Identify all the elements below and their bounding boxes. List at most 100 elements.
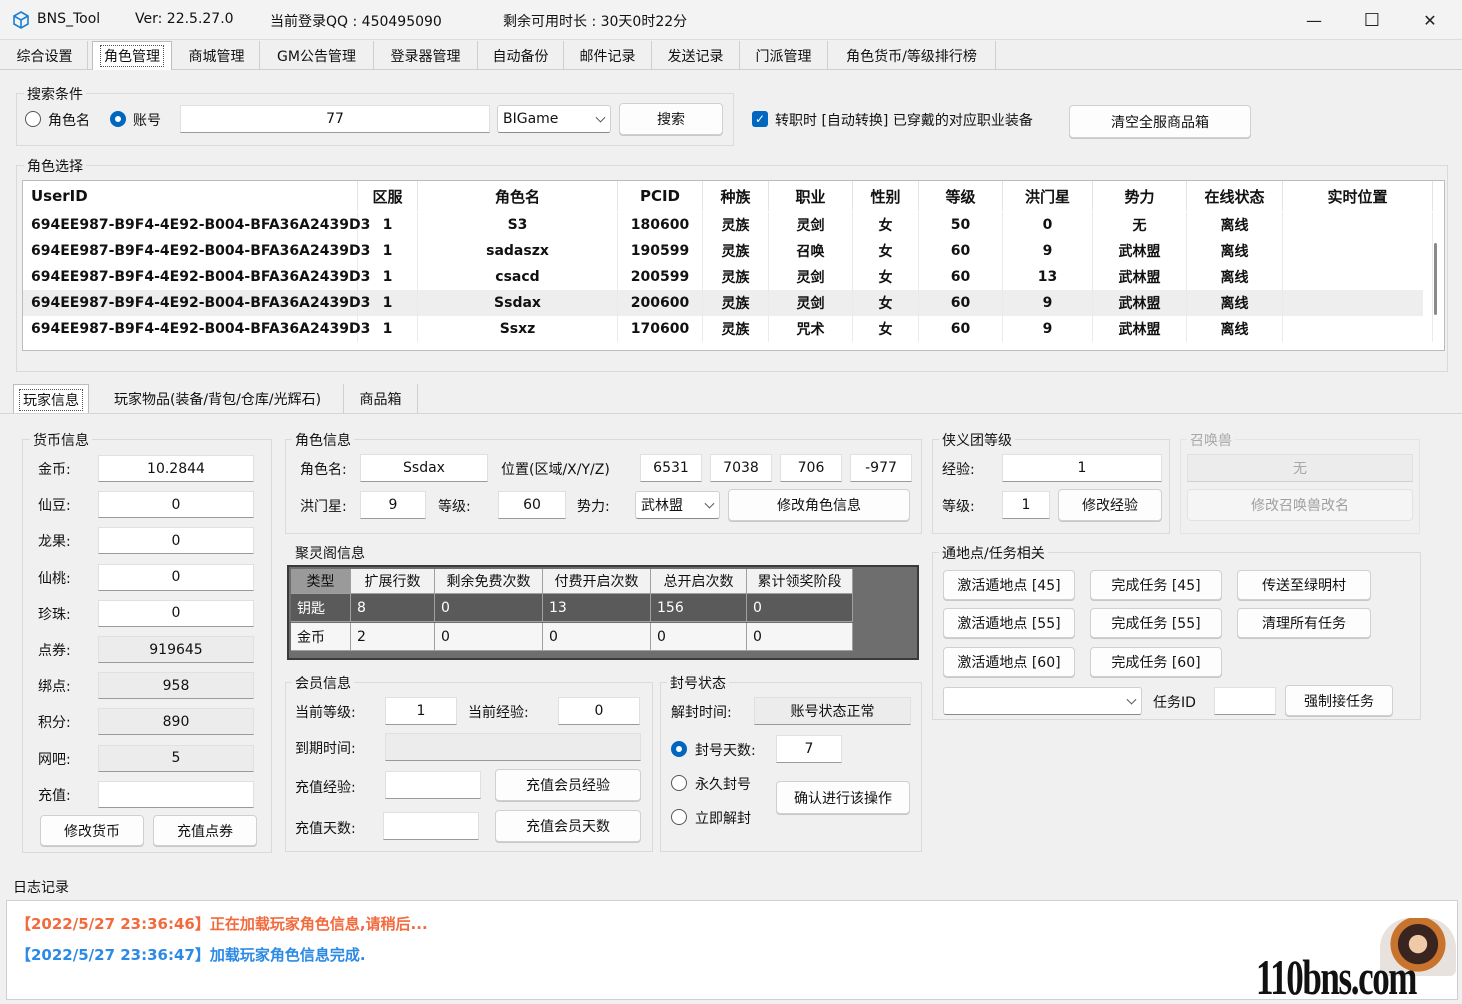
currency-label: 仙桃: — [38, 570, 71, 587]
clear-mallbox-button[interactable]: 清空全服商品箱 — [1069, 105, 1251, 138]
column-header[interactable]: 种族 — [703, 181, 769, 211]
column-header[interactable]: 洪门星 — [1003, 181, 1093, 211]
column-header[interactable]: 在线状态 — [1187, 181, 1283, 211]
jlg-cell[interactable]: 0 — [747, 594, 853, 622]
recharge-points-button[interactable]: 充值点券 — [153, 815, 257, 846]
tab-faction-management[interactable]: 门派管理 — [740, 41, 828, 70]
recharge-days-input[interactable] — [383, 812, 479, 840]
jlg-cell[interactable]: 0 — [543, 623, 651, 651]
jlg-cell[interactable]: 2 — [351, 623, 435, 651]
faction-select[interactable]: 武林盟 — [635, 491, 720, 519]
ban-days-input[interactable]: 7 — [776, 735, 842, 763]
table-row[interactable]: 694EE987-B9F4-4E92-B004-BFA36A2439D3 1 csa… — [23, 264, 1433, 290]
column-header[interactable]: 等级 — [919, 181, 1003, 211]
activate-point-60-button[interactable]: 激活遁地点 [60] — [943, 647, 1075, 677]
column-header[interactable]: 性别 — [853, 181, 919, 211]
close-button[interactable]: ✕ — [1401, 0, 1459, 40]
database-select[interactable]: BIGame — [497, 105, 611, 133]
complete-task-55-button[interactable]: 完成任务 [55] — [1090, 608, 1222, 638]
star-input[interactable]: 9 — [360, 491, 426, 519]
radio-unban-now[interactable] — [671, 809, 687, 825]
jlg-cell[interactable]: 0 — [435, 594, 543, 622]
teleport-lvming-button[interactable]: 传送至绿明村 — [1237, 570, 1371, 600]
currency-value[interactable]: 0 — [98, 563, 254, 591]
member-exp-input[interactable]: 0 — [558, 697, 640, 725]
table-row[interactable]: 694EE987-B9F4-4E92-B004-BFA36A2439D3 1 S3 1… — [23, 212, 1433, 238]
radio-role-name[interactable] — [25, 111, 41, 127]
table-row[interactable]: 694EE987-B9F4-4E92-B004-BFA36A2439D3 1 sad… — [23, 238, 1433, 264]
modify-exp-button[interactable]: 修改经验 — [1058, 489, 1162, 521]
clear-all-tasks-button[interactable]: 清理所有任务 — [1237, 608, 1371, 638]
subtab-player-info[interactable]: 玩家信息 — [13, 384, 89, 414]
column-header[interactable]: 角色名 — [418, 181, 618, 211]
column-header[interactable]: 势力 — [1093, 181, 1187, 211]
subtab-mall-box[interactable]: 商品箱 — [344, 384, 418, 414]
jlg-cell[interactable]: 0 — [435, 623, 543, 651]
radio-permanent-ban[interactable] — [671, 775, 687, 791]
confirm-ban-button[interactable]: 确认进行该操作 — [776, 781, 910, 814]
tab-send-records[interactable]: 发送记录 — [652, 41, 740, 70]
column-header[interactable]: PCID — [618, 181, 703, 211]
jlg-cell[interactable]: 8 — [351, 594, 435, 622]
search-input[interactable]: 77 — [180, 105, 490, 133]
radio-account[interactable] — [110, 111, 126, 127]
role-table[interactable]: UserID 区服 角色名 PCID 种族 职业 性别 等级 洪门星 势力 在线状态 实时位置 694… — [22, 180, 1445, 351]
role-name-input[interactable]: Ssdax — [360, 454, 488, 482]
tab-ranking[interactable]: 角色货币/等级排行榜 — [828, 41, 996, 70]
jlg-cell[interactable]: 156 — [651, 594, 747, 622]
tab-gm-notice[interactable]: GM公告管理 — [260, 41, 374, 70]
auto-switch-checkbox[interactable]: ✓ — [752, 111, 768, 127]
modify-role-button[interactable]: 修改角色信息 — [728, 489, 910, 521]
recharge-exp-input[interactable] — [385, 771, 481, 799]
position-z-input[interactable]: -977 — [850, 454, 912, 482]
log-panel[interactable]: 【2022/5/27 23:36:46】正在加载玩家角色信息,请稍后... 【2… — [6, 900, 1458, 1000]
position-zone-input[interactable]: 6531 — [640, 454, 702, 482]
column-header[interactable]: UserID — [23, 181, 358, 211]
jlg-cell[interactable]: 13 — [543, 594, 651, 622]
currency-value[interactable]: 0 — [98, 599, 254, 627]
jlg-cell[interactable]: 0 — [747, 623, 853, 651]
tab-general-settings[interactable]: 综合设置 — [2, 41, 88, 70]
column-header[interactable]: 实时位置 — [1283, 181, 1433, 211]
currency-value[interactable] — [98, 780, 254, 808]
jlg-cell[interactable]: 0 — [651, 623, 747, 651]
currency-value[interactable]: 0 — [98, 491, 254, 519]
jlg-cell[interactable]: 金币 — [291, 623, 351, 651]
guild-level-input[interactable]: 1 — [1002, 491, 1050, 519]
recharge-member-exp-button[interactable]: 充值会员经验 — [495, 769, 641, 801]
tab-mall-management[interactable]: 商城管理 — [174, 41, 260, 70]
table-row[interactable]: 694EE987-B9F4-4E92-B004-BFA36A2439D3 1 Ssd… — [23, 290, 1433, 316]
minimize-button[interactable]: — — [1285, 0, 1343, 40]
jlg-table[interactable]: 类型 扩展行数 剩余免费次数 付费开启次数 总开启次数 累计领奖阶段 钥匙 8 0 13 156 0 金… — [287, 565, 919, 660]
complete-task-60-button[interactable]: 完成任务 [60] — [1090, 647, 1222, 677]
activate-point-55-button[interactable]: 激活遁地点 [55] — [943, 608, 1075, 638]
maximize-button[interactable]: ☐ — [1343, 0, 1401, 40]
radio-ban-days[interactable] — [671, 741, 687, 757]
task-id-input[interactable] — [1214, 687, 1276, 715]
modify-currency-button[interactable]: 修改货币 — [40, 815, 144, 846]
task-select[interactable] — [943, 687, 1142, 715]
level-input[interactable]: 60 — [498, 491, 566, 519]
search-button[interactable]: 搜索 — [619, 103, 723, 135]
member-level-input[interactable]: 1 — [385, 697, 457, 725]
position-y-input[interactable]: 706 — [780, 454, 842, 482]
column-header[interactable]: 区服 — [358, 181, 418, 211]
subtab-player-items[interactable]: 玩家物品(装备/背包/仓库/光辉石) — [92, 384, 344, 414]
recharge-member-days-button[interactable]: 充值会员天数 — [495, 810, 641, 842]
vertical-scrollbar[interactable] — [1434, 243, 1437, 315]
guild-exp-input[interactable]: 1 — [1002, 454, 1162, 482]
column-header[interactable]: 职业 — [769, 181, 853, 211]
jlg-cell[interactable]: 钥匙 — [291, 594, 351, 622]
position-x-input[interactable]: 7038 — [710, 454, 772, 482]
watermark-text: 110bns.com — [1256, 949, 1417, 1004]
currency-value[interactable]: 0 — [98, 527, 254, 555]
tab-role-management[interactable]: 角色管理 — [92, 41, 172, 70]
tab-auto-backup[interactable]: 自动备份 — [478, 41, 564, 70]
currency-value[interactable]: 10.2844 — [98, 455, 254, 482]
tab-mail-records[interactable]: 邮件记录 — [564, 41, 652, 70]
activate-point-45-button[interactable]: 激活遁地点 [45] — [943, 570, 1075, 600]
table-row[interactable]: 694EE987-B9F4-4E92-B004-BFA36A2439D3 1 Ssx… — [23, 316, 1433, 342]
complete-task-45-button[interactable]: 完成任务 [45] — [1090, 570, 1222, 600]
tab-launcher-management[interactable]: 登录器管理 — [374, 41, 478, 70]
force-accept-task-button[interactable]: 强制接任务 — [1285, 685, 1393, 716]
